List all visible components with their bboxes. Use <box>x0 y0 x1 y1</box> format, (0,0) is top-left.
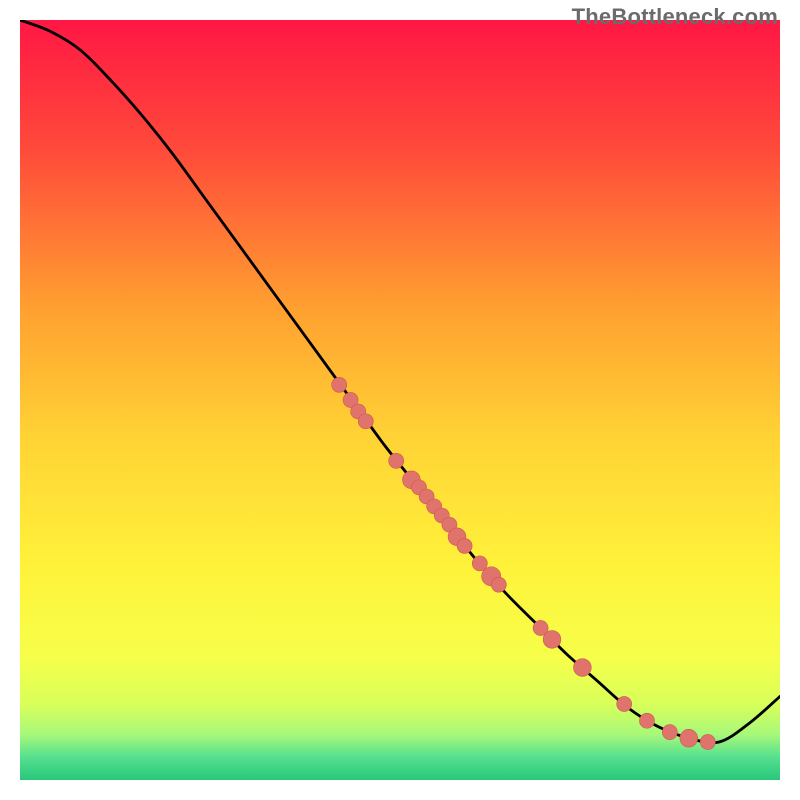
watermark-text: TheBottleneck.com <box>572 4 778 30</box>
data-marker <box>700 734 715 749</box>
data-marker <box>680 729 698 747</box>
chart-canvas <box>20 20 780 780</box>
data-marker <box>574 659 592 677</box>
data-marker <box>662 725 677 740</box>
data-marker <box>457 538 472 553</box>
data-marker <box>491 577 506 592</box>
data-marker <box>639 713 654 728</box>
data-marker <box>617 696 632 711</box>
data-marker <box>358 414 373 429</box>
data-marker <box>543 631 561 649</box>
data-marker <box>389 453 404 468</box>
chart-svg <box>20 20 780 780</box>
data-marker <box>332 377 347 392</box>
gradient-bg <box>20 20 780 780</box>
